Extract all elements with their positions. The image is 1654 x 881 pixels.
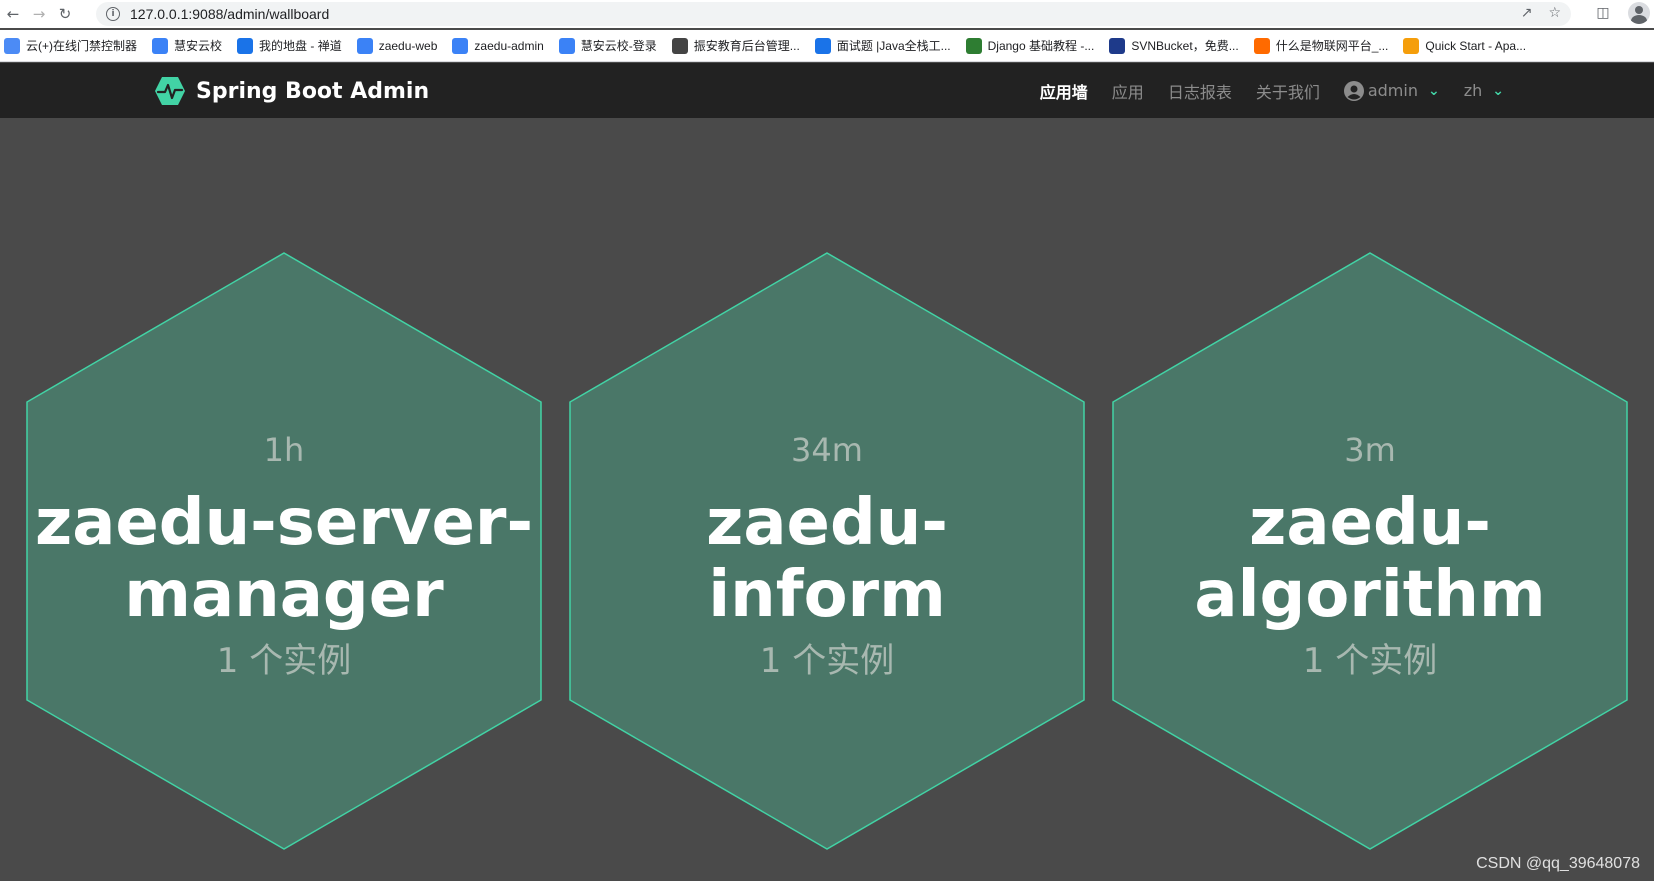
wallboard: 1h zaedu-server- manager 1 个实例 34m zaedu… [0,118,1654,881]
app-uptime: 34m [791,430,863,469]
share-icon[interactable]: ↗ [1521,5,1533,21]
app-name-line: zaedu-server- [34,485,534,560]
bookmark-favicon-icon [152,37,169,54]
bookmark-favicon-icon [237,37,254,54]
bookmark-item[interactable]: 云(+)在线门禁控制器 [4,37,137,54]
bookmark-label: Quick Start - Apa... [1425,38,1527,53]
bookmark-label: 云(+)在线门禁控制器 [26,39,138,53]
bookmark-item[interactable]: zaedu-admin [452,37,544,54]
nav-wallboard[interactable]: 应用墙 [1040,79,1088,103]
side-panel-icon[interactable]: ◫ [1592,2,1614,24]
chevron-down-icon: ⌄ [1427,82,1440,99]
app-uptime: 3m [1344,430,1396,469]
bookmark-item[interactable]: SVNBucket，免费... [1109,37,1239,54]
forward-icon[interactable]: → [26,1,52,27]
bookmark-item[interactable]: Quick Start - Apa... [1403,37,1527,54]
bookmark-label: Django 基础教程 -... [987,39,1095,53]
bookmark-item[interactable]: Django 基础教程 -... [965,37,1095,54]
app-name: zaedu-server- manager [35,487,533,631]
brand-title: Spring Boot Admin [196,78,430,104]
app-hexagon[interactable]: 1h zaedu-server- manager 1 个实例 [24,251,544,851]
app-hexagon[interactable]: 3m zaedu- algorithm 1 个实例 [1110,251,1630,851]
bookmark-item[interactable]: 什么是物联网平台_... [1253,37,1389,54]
bookmark-favicon-icon [4,37,20,54]
app-name-line: zaedu- [1249,485,1491,560]
bookmark-label: 慧安云校 [174,39,223,53]
app-name-line: zaedu- [706,485,948,560]
bookmark-label: zaedu-web [378,38,438,53]
bookmark-favicon-icon [1403,37,1420,54]
bookmark-favicon-icon [356,37,373,54]
nav-journal[interactable]: 日志报表 [1168,79,1232,103]
watermark-text: CSDN @qq_39648078 [1476,855,1640,872]
app-uptime: 1h [263,430,305,469]
bookmark-item[interactable]: 振安教育后台管理... [671,37,800,54]
brand[interactable]: Spring Boot Admin [154,76,429,106]
bookmark-favicon-icon [671,37,688,54]
site-info-icon[interactable]: i [106,7,120,21]
app-name-line: manager [124,557,444,632]
bookmark-item[interactable]: 慧安云校 [152,37,222,54]
url-text[interactable]: 127.0.0.1:9088/admin/wallboard [130,6,329,22]
bookmark-item[interactable]: zaedu-web [356,37,438,54]
app-instances: 1 个实例 [216,640,352,681]
app-instances: 1 个实例 [1302,640,1438,681]
chevron-down-icon: ⌄ [1492,82,1504,99]
profile-avatar-icon[interactable] [1628,2,1650,24]
bookmark-item[interactable]: 面试题 |Java全栈工... [814,37,951,54]
bookmark-item[interactable]: 我的地盘 - 禅道 [237,37,342,54]
bookmark-star-icon[interactable]: ☆ [1548,5,1561,21]
heartbeat-logo-icon [155,77,185,105]
browser-toolbar: ← → ↻ i 127.0.0.1:9088/admin/wallboard ↗… [0,0,1654,28]
nav-applications[interactable]: 应用 [1112,79,1144,103]
app-instances: 1 个实例 [759,640,895,681]
bookmark-label: 我的地盘 - 禅道 [259,39,342,53]
reload-icon[interactable]: ↻ [52,1,78,27]
bookmark-label: 振安教育后台管理... [693,39,800,53]
bookmark-label: 面试题 |Java全栈工... [836,39,951,53]
back-icon[interactable]: ← [0,1,26,27]
language-label: zh [1463,81,1483,100]
bookmark-item[interactable]: 慧安云校-登录 [558,37,657,54]
nav-about[interactable]: 关于我们 [1256,79,1320,103]
bookmark-favicon-icon [965,37,982,54]
language-menu[interactable]: zh ⌄ [1464,81,1504,100]
bookmark-favicon-icon [558,37,575,54]
bookmark-favicon-icon [452,37,469,54]
bookmark-label: 慧安云校-登录 [580,39,657,53]
user-menu[interactable]: admin ⌄ [1343,80,1440,101]
bookmark-label: zaedu-admin [474,38,544,53]
bookmark-favicon-icon [1109,37,1126,54]
bookmark-label: SVNBucket，免费... [1131,39,1239,53]
bookmarks-bar: 云(+)在线门禁控制器 慧安云校 我的地盘 - 禅道 zaedu-web zaedu-a… [0,30,1654,62]
app-name: zaedu- algorithm [1194,487,1545,631]
bookmark-favicon-icon [814,37,831,54]
bookmark-favicon-icon [1253,37,1270,54]
user-name: admin [1367,81,1418,100]
app-name: zaedu- inform [706,487,948,631]
app-hexagon[interactable]: 34m zaedu- inform 1 个实例 [567,251,1087,851]
address-bar[interactable]: i 127.0.0.1:9088/admin/wallboard ↗ ☆ [96,2,1571,26]
app-name-line: algorithm [1194,557,1546,632]
app-navbar: Spring Boot Admin 应用墙 应用 日志报表 关于我们 admin… [0,63,1654,118]
bookmark-label: 什么是物联网平台_... [1275,39,1389,53]
user-circle-icon [1343,80,1364,101]
app-name-line: inform [708,557,946,632]
